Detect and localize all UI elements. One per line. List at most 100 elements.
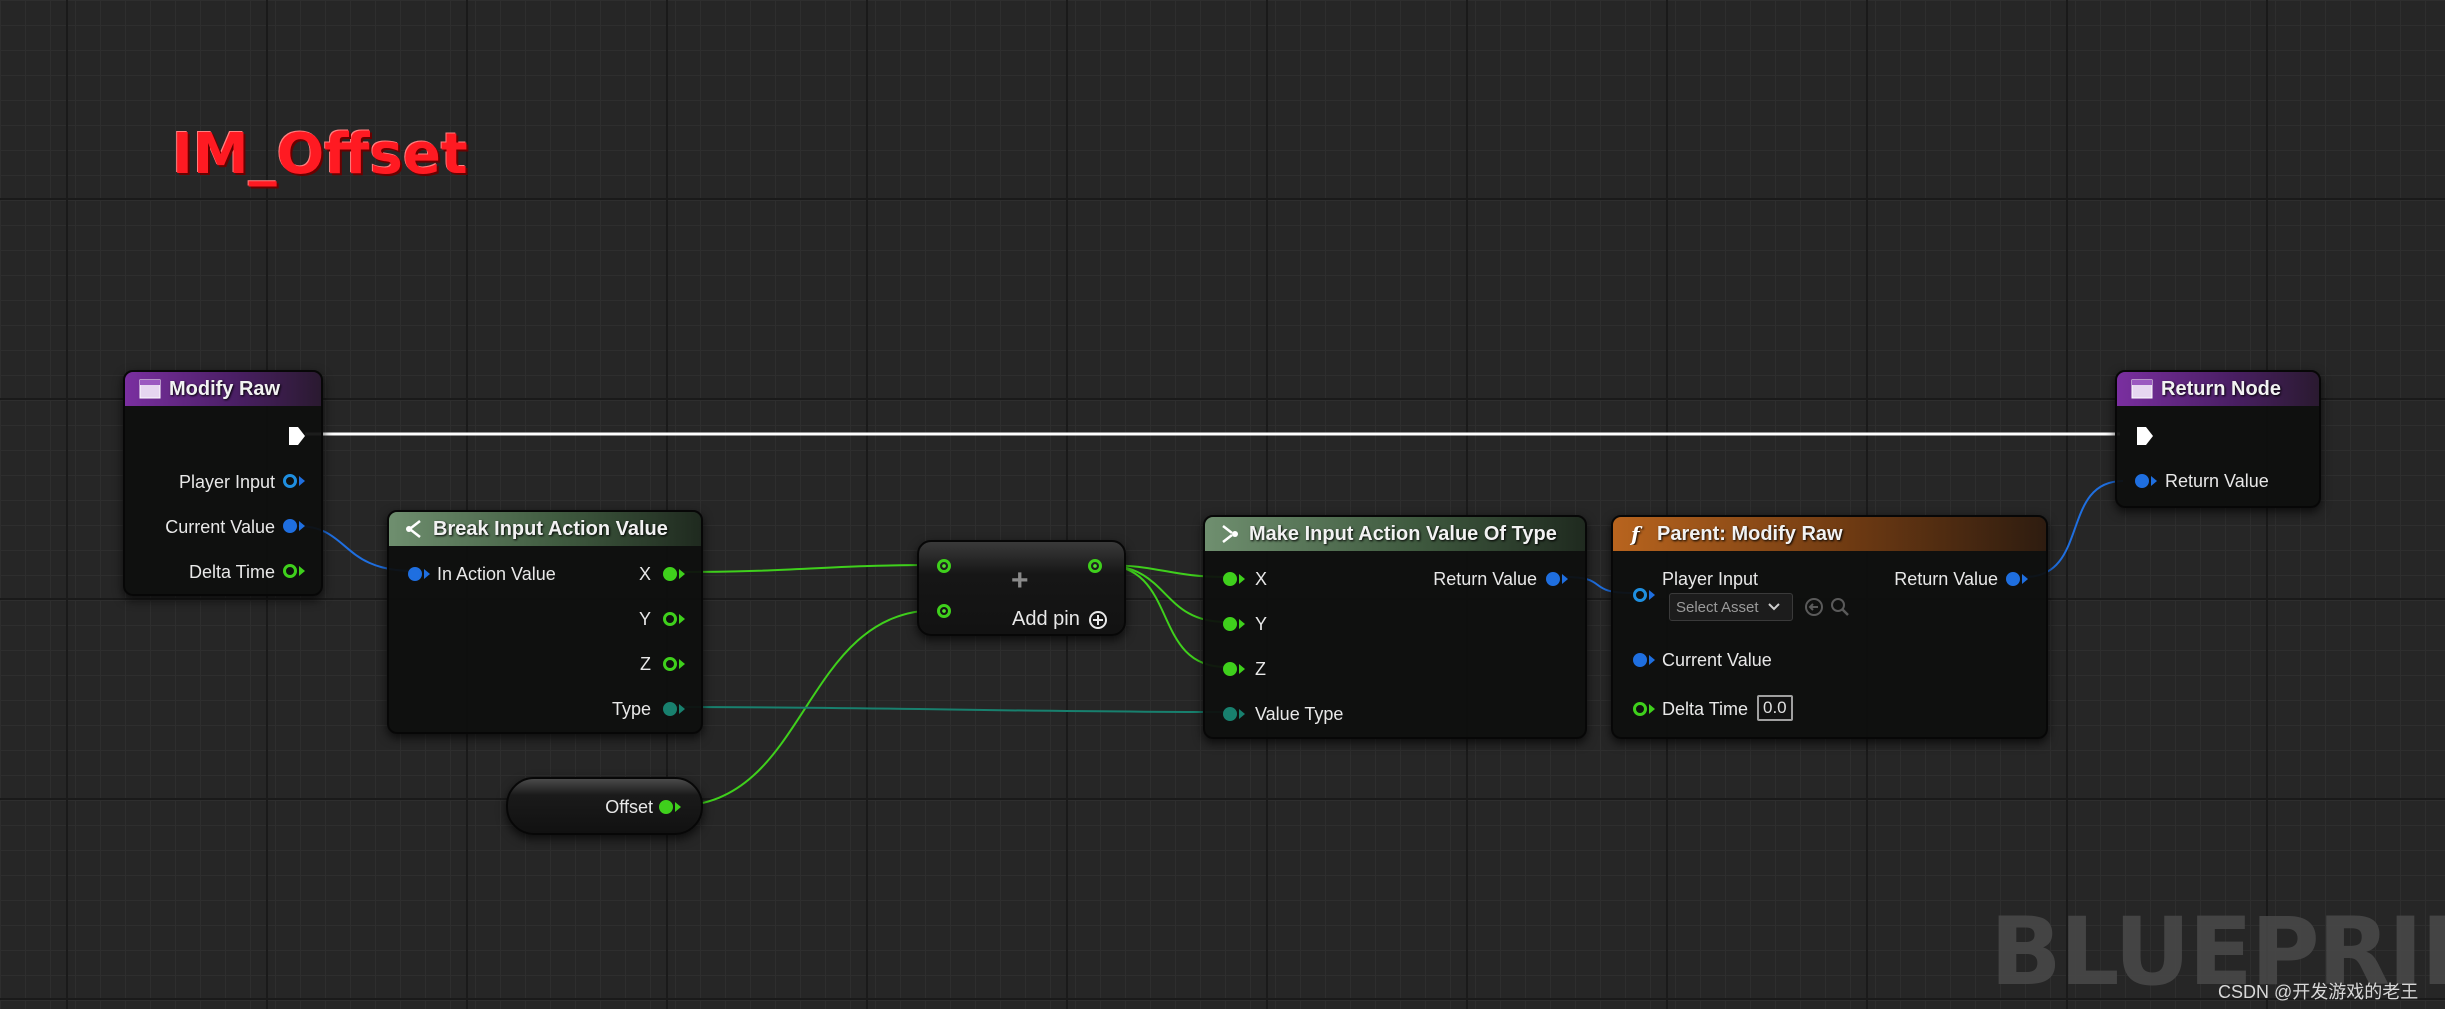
make-y-pin[interactable] [1223,617,1237,631]
pin-label-return-value: Return Value [1894,569,1998,589]
make-return-value-pin[interactable] [1546,572,1560,586]
node-header: Modify Raw [125,372,321,406]
pin-arrow [299,476,305,486]
pin-label-z: Z [1255,659,1266,679]
node-title: Make Input Action Value Of Type [1249,522,1557,545]
select-asset-dropdown[interactable]: Select Asset [1669,593,1793,621]
make-z-pin[interactable] [1223,662,1237,676]
current-value-pin[interactable] [283,519,297,533]
wire-x-to-add[interactable] [677,564,939,573]
pin-arrow [679,659,685,669]
pin-arrow [1649,704,1655,714]
value-type-pin[interactable] [1223,707,1237,721]
pin-label-return-value: Return Value [2165,471,2269,491]
svg-text:f: f [1629,523,1643,545]
delta-time-input[interactable]: 0.0 [1757,695,1793,721]
function-icon: f [1629,523,1643,545]
make-struct-icon [1222,525,1238,543]
pin-arrow [675,802,681,812]
pin-label-delta-time: Delta Time [1662,699,1749,719]
node-header: Return Node [2117,372,2319,406]
modify-raw-node[interactable]: Modify Raw Player Input Current Value De… [123,370,323,596]
pin-arrow [1239,574,1245,584]
make-input-action-value-node[interactable]: Make Input Action Value Of Type X Y Z Va… [1203,515,1587,739]
pin-arrow [299,566,305,576]
add-pin-label: Add pin [1012,608,1080,630]
break-struct-icon [406,520,421,538]
use-selected-asset-icon[interactable] [1803,596,1825,618]
pin-label-in-action-value: In Action Value [437,564,556,584]
pin-arrow [679,569,685,579]
pin-arrow [1649,655,1655,665]
add-pin-button[interactable]: Add pin [1012,608,1108,631]
delta-time-pin[interactable] [283,564,297,578]
offset-variable-node[interactable]: Offset [506,777,703,835]
z-pin[interactable] [663,657,677,671]
node-title: Modify Raw [169,377,281,400]
exec-in-pin[interactable] [2135,425,2155,447]
y-pin[interactable] [663,612,677,626]
pin-arrow [2151,476,2157,486]
return-node[interactable]: Return Node Return Value [2115,370,2321,508]
pin-label-current-value: Current Value [165,517,275,537]
wire-type-to-value-type[interactable] [674,706,1227,713]
pin-label-z: Z [640,654,651,674]
node-header: f Parent: Modify Raw [1613,517,2046,551]
chevron-down-icon [1767,603,1780,611]
add-node[interactable]: + Add pin [917,540,1126,636]
browse-asset-search-icon[interactable] [1829,596,1851,618]
parent-player-input-pin[interactable] [1633,588,1647,602]
make-x-pin[interactable] [1223,572,1237,586]
pin-arrow [2022,574,2028,584]
pin-arrow [1239,709,1245,719]
pin-label-y: Y [1255,614,1268,634]
parent-return-value-pin[interactable] [2006,572,2020,586]
event-icon [139,379,161,399]
event-icon [2131,379,2153,399]
wire-offset-to-add[interactable] [674,609,939,807]
pin-arrow [299,521,305,531]
offset-label: Offset [605,797,653,817]
type-pin[interactable] [663,702,677,716]
node-header: Make Input Action Value Of Type [1205,517,1585,551]
pin-arrow [424,569,430,579]
pin-arrow [1649,590,1655,600]
pin-label-current-value: Current Value [1662,650,1772,670]
pin-label-x: X [638,564,651,584]
select-asset-label: Select Asset [1676,598,1759,616]
node-title: Return Node [2161,377,2281,400]
add-input-a-pin[interactable] [937,559,951,573]
add-symbol: + [1011,564,1029,597]
pin-label-player-input: Player Input [178,472,275,492]
return-value-in-pin[interactable] [2135,474,2149,488]
pin-arrow [1562,574,1568,584]
in-action-value-pin[interactable] [408,567,422,581]
pin-label-type: Type [611,699,651,719]
plus-circle-icon [1088,610,1107,629]
pin-label-delta-time: Delta Time [188,562,275,582]
parent-modify-raw-node[interactable]: f Parent: Modify Raw Player Input Select… [1611,515,2048,739]
pin-label-value-type: Value Type [1255,704,1344,724]
break-input-action-value-node[interactable]: Break Input Action Value In Action Value… [387,510,703,734]
pin-arrow [1239,664,1245,674]
graph-title: IM_Offset [172,122,468,187]
node-title: Break Input Action Value [433,517,668,540]
node-header: Break Input Action Value [389,512,701,546]
node-title: Parent: Modify Raw [1657,522,1843,545]
player-input-pin[interactable] [283,474,297,488]
csdn-watermark: CSDN @开发游戏的老王 [2218,982,2419,1002]
pin-arrow [679,614,685,624]
pin-arrow [1239,619,1245,629]
pin-label-y: Y [638,609,651,629]
parent-current-value-pin[interactable] [1633,653,1647,667]
pin-label-return-value: Return Value [1433,569,1537,589]
pin-arrow [679,704,685,714]
pin-label-player-input: Player Input [1662,569,1759,589]
add-input-b-pin[interactable] [937,604,951,618]
add-output-pin[interactable] [1088,559,1102,573]
exec-out-pin[interactable] [287,425,307,447]
x-pin[interactable] [663,567,677,581]
parent-delta-time-pin[interactable] [1633,702,1647,716]
pin-label-x: X [1255,569,1268,589]
offset-out-pin[interactable] [659,800,673,814]
